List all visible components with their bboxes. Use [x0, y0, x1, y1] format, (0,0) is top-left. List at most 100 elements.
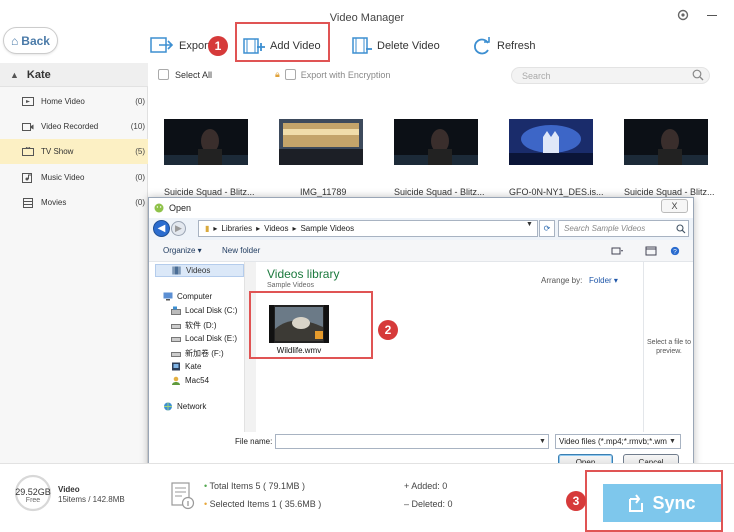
- computer-icon: [163, 292, 173, 301]
- app-title: Video Manager: [329, 12, 405, 24]
- nav-item-label: Computer: [177, 292, 213, 301]
- file-name-input[interactable]: [275, 434, 549, 449]
- chevron-down-icon[interactable]: ▼: [526, 221, 533, 228]
- export-button[interactable]: Export: [150, 34, 211, 58]
- deleted-count: – Deleted: 0: [404, 499, 453, 509]
- svg-text:?: ?: [673, 249, 677, 256]
- chevron-down-icon[interactable]: ▼: [669, 438, 676, 445]
- network-icon: [164, 402, 172, 411]
- nav-forward-icon[interactable]: ▶: [171, 221, 186, 236]
- preview-text: Select a file to preview.: [647, 339, 691, 355]
- nav-item-drive[interactable]: Local Disk (E:): [171, 334, 237, 343]
- sidebar-item-label: TV Show: [41, 147, 74, 156]
- nav-item-network[interactable]: Network: [163, 402, 206, 411]
- sidebar-item-music-video[interactable]: Music Video (0): [0, 165, 148, 190]
- sidebar-item-count: (5): [135, 147, 145, 156]
- delete-video-button[interactable]: Delete Video: [352, 34, 440, 58]
- total-items: • Total Items 5 ( 79.1MB ): [204, 481, 305, 491]
- drive-icon: [171, 352, 181, 357]
- video-thumbnail[interactable]: [624, 119, 708, 165]
- selected-items-text: Selected Items 1 ( 35.6MB ): [209, 499, 322, 509]
- path-separator: ▸: [292, 224, 297, 233]
- collapse-triangle-icon: ▲: [10, 69, 19, 80]
- lock-icon: 🔒︎: [275, 69, 280, 79]
- new-folder-button[interactable]: New folder: [222, 246, 260, 255]
- video-label: Suicide Squad - Blitz...: [394, 187, 485, 197]
- video-thumbnail[interactable]: [509, 119, 593, 165]
- nav-back-icon[interactable]: ◀: [153, 220, 170, 237]
- video-thumbnail[interactable]: [394, 119, 478, 165]
- storage-type: Video: [58, 485, 80, 494]
- select-all-label: Select All: [175, 69, 213, 80]
- nav-item-drive[interactable]: 软件 (D:): [171, 320, 217, 331]
- add-video-icon: [243, 38, 265, 54]
- sidebar-item-count: (0): [135, 198, 145, 207]
- document-info-icon: [171, 482, 195, 510]
- arrange-by-dropdown[interactable]: Folder ▾: [589, 276, 618, 285]
- delete-video-icon: [352, 37, 372, 54]
- refresh-icon[interactable]: ⟳: [539, 220, 555, 237]
- chevron-down-icon[interactable]: ▼: [539, 438, 546, 445]
- export-encryption-checkbox[interactable]: 🔒︎ Export with Encryption: [275, 69, 390, 80]
- nav-item-label: Kate: [185, 362, 202, 371]
- organize-menu[interactable]: Organize ▾: [163, 246, 202, 255]
- nav-item-computer[interactable]: Computer: [163, 292, 212, 301]
- system-drive-icon: [171, 306, 181, 315]
- sidebar-item-count: (10): [130, 122, 145, 131]
- minimize-icon[interactable]: [707, 15, 717, 16]
- refresh-button[interactable]: Refresh: [472, 34, 536, 58]
- open-file-dialog: Open X ◀ ▶ ▮ ▸ Libraries ▸ Videos ▸ Samp…: [148, 197, 694, 475]
- nav-item-label: Local Disk (E:): [185, 334, 238, 343]
- dialog-search-input[interactable]: Search Sample Videos: [558, 220, 689, 237]
- deleted-text: Deleted: 0: [411, 499, 453, 509]
- video-thumbnail[interactable]: [164, 119, 248, 165]
- device-row[interactable]: ▲ Kate: [0, 63, 148, 87]
- back-button[interactable]: ⌂ Back: [3, 27, 58, 54]
- search-icon[interactable]: [692, 69, 704, 81]
- film-icon: [23, 197, 33, 208]
- view-options-icon[interactable]: [611, 246, 623, 256]
- dialog-nav-bar: ◀ ▶ ▮ ▸ Libraries ▸ Videos ▸ Sample Vide…: [149, 218, 693, 240]
- search-input[interactable]: Search: [511, 67, 710, 84]
- step-3-marker: 3: [566, 491, 586, 511]
- add-video-button[interactable]: Add Video: [243, 34, 321, 58]
- help-icon[interactable]: ?: [669, 246, 681, 256]
- select-all-checkbox[interactable]: Select All: [158, 69, 212, 80]
- sidebar-item-movies[interactable]: Movies (0): [0, 190, 148, 215]
- preview-pane-icon[interactable]: [645, 246, 657, 256]
- storage-amount: 29.52GB: [15, 487, 51, 497]
- refresh-label: Refresh: [497, 40, 536, 52]
- address-bar[interactable]: ▮ ▸ Libraries ▸ Videos ▸ Sample Videos: [198, 220, 538, 237]
- sidebar-item-home-video[interactable]: Home Video (0): [0, 89, 148, 114]
- nav-item-videos[interactable]: Videos: [155, 264, 244, 277]
- step-2-marker: 2: [378, 320, 398, 340]
- nav-item-label: 新加卷 (F:): [185, 349, 224, 358]
- sidebar-item-count: (0): [135, 97, 145, 106]
- library-title: Videos library: [267, 267, 340, 281]
- drive-icon: [171, 337, 181, 342]
- video-label: IMG_11789: [300, 187, 347, 197]
- nav-item-drive[interactable]: 新加卷 (F:): [171, 348, 224, 359]
- add-video-label: Add Video: [270, 40, 321, 52]
- export-label: Export: [179, 40, 211, 52]
- tv-icon: [22, 146, 34, 156]
- device-name: Kate: [26, 68, 51, 81]
- path-segment[interactable]: Libraries: [221, 224, 252, 233]
- file-type-select[interactable]: Video files (*.mp4;*.rmvb;*.wm: [555, 434, 681, 449]
- sync-highlight: [585, 470, 723, 532]
- nav-item-kate[interactable]: Kate: [171, 362, 201, 371]
- added-text: Added: 0: [411, 481, 448, 491]
- export-icon: [150, 37, 174, 53]
- nav-item-label: Mac54: [185, 376, 210, 385]
- path-segment[interactable]: Videos: [264, 224, 288, 233]
- file-name-label: File name:: [235, 437, 273, 446]
- video-thumbnail[interactable]: [279, 119, 363, 165]
- gear-icon[interactable]: [676, 8, 690, 22]
- dialog-close-button[interactable]: X: [661, 199, 688, 213]
- path-segment[interactable]: Sample Videos: [300, 224, 354, 233]
- sidebar-item-tv-show[interactable]: TV Show (5): [0, 139, 148, 164]
- sidebar-item-video-recorded[interactable]: Video Recorded (10): [0, 114, 148, 139]
- nav-item-mac[interactable]: Mac54: [171, 376, 209, 385]
- nav-item-drive[interactable]: Local Disk (C:): [171, 306, 237, 315]
- path-separator: ▸: [213, 224, 218, 233]
